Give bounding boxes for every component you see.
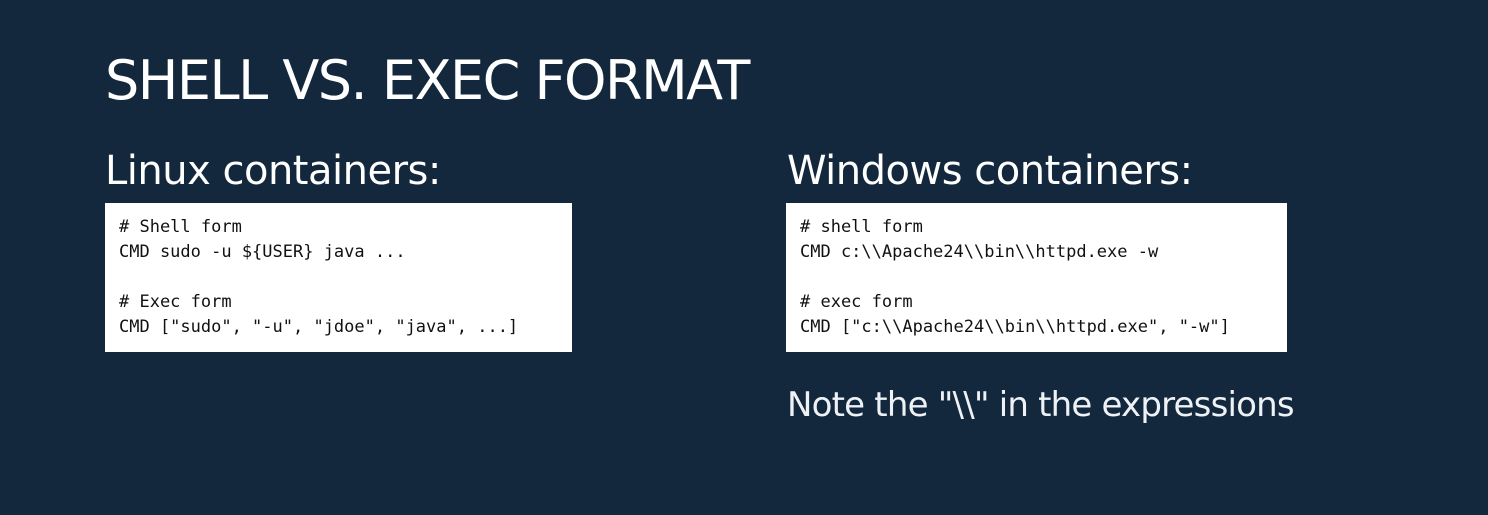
linux-code-block: # Shell form CMD sudo -u ${USER} java ..… (105, 203, 572, 352)
linux-containers-heading: Linux containers: (105, 148, 441, 194)
linux-code-line-exec-comment: # Exec form (119, 292, 232, 312)
linux-code-line-blank (119, 265, 558, 290)
linux-code-line-exec-cmd: CMD ["sudo", "-u", "jdoe", "java", ...] (119, 317, 519, 337)
backslash-note: Note the "\\" in the expressions (787, 385, 1295, 425)
windows-code-block: # shell form CMD c:\\Apache24\\bin\\http… (786, 203, 1287, 352)
linux-code-line-shell-cmd: CMD sudo -u ${USER} java ... (119, 242, 406, 262)
slide-title: SHELL VS. EXEC FORMAT (105, 49, 750, 112)
windows-code-line-blank (800, 265, 1273, 290)
windows-code-line-exec-comment: # exec form (800, 292, 913, 312)
windows-code-line-shell-comment: # shell form (800, 217, 923, 237)
linux-code-line-shell-comment: # Shell form (119, 217, 242, 237)
windows-code-line-shell-cmd: CMD c:\\Apache24\\bin\\httpd.exe -w (800, 242, 1159, 262)
windows-code-line-exec-cmd: CMD ["c:\\Apache24\\bin\\httpd.exe", "-w… (800, 317, 1230, 337)
windows-containers-heading: Windows containers: (787, 148, 1193, 194)
